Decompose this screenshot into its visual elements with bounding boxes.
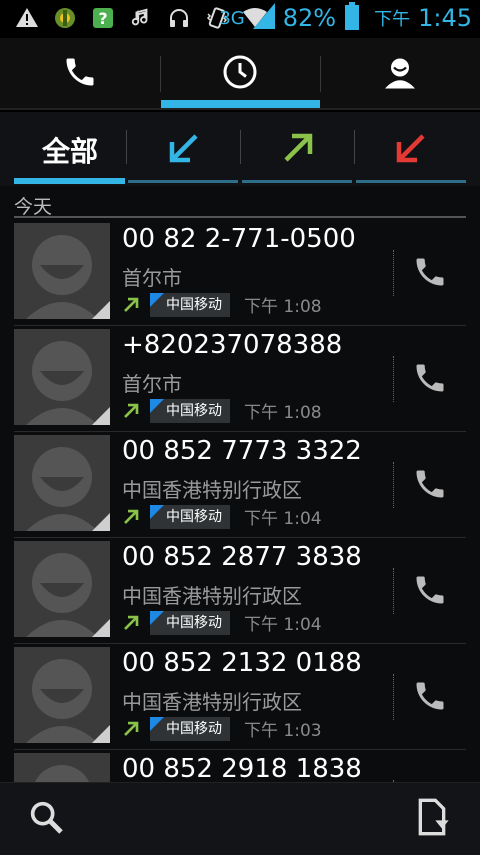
- outgoing-call-icon: [122, 508, 140, 526]
- call-time: 下午 1:08: [244, 297, 322, 317]
- export-icon: [412, 797, 452, 841]
- carrier-badge: 中国移动: [150, 292, 230, 317]
- network-type: 3G: [219, 7, 245, 29]
- phone-number: 00 852 7773 3322: [122, 436, 362, 466]
- call-meta: 中国移动 下午 1:04: [122, 504, 322, 529]
- phone-number: 00 852 2918 1838: [122, 754, 362, 782]
- filter-outgoing[interactable]: [242, 122, 354, 178]
- battery-percent: 82%: [282, 4, 337, 32]
- bottom-action-bar: [0, 782, 480, 855]
- ampm: 下午: [374, 9, 411, 30]
- filter-active-indicator: [14, 178, 125, 184]
- call-location: 中国香港特别行政区: [122, 584, 302, 608]
- phone-icon: [62, 54, 98, 94]
- outgoing-call-icon: [122, 614, 140, 632]
- carrier-badge: 中国移动: [150, 610, 230, 635]
- export-button[interactable]: [406, 793, 458, 845]
- phone-icon: [412, 466, 448, 506]
- phone-number: 00 852 2877 3838: [122, 542, 362, 572]
- call-time: 下午 1:04: [244, 509, 322, 529]
- avatar[interactable]: [14, 753, 110, 782]
- tab-contacts[interactable]: [320, 38, 480, 110]
- status-bar: ? 3G 82% 下午 1:45: [0, 0, 480, 38]
- incoming-arrow-icon: [166, 130, 202, 170]
- call-log-list[interactable]: 今天 00 82 2-771-0500 首尔市 中国移动 下午 1:08 +82…: [0, 186, 480, 782]
- signal-icon: [252, 3, 275, 33]
- call-back-button[interactable]: [408, 570, 452, 614]
- filter-all[interactable]: 全部: [14, 122, 126, 178]
- call-meta: 中国移动 下午 1:04: [122, 610, 322, 635]
- call-back-button[interactable]: [408, 676, 452, 720]
- call-location: 首尔市: [122, 266, 182, 290]
- avatar[interactable]: [14, 541, 110, 637]
- call-time: 下午 1:03: [244, 721, 322, 741]
- call-location: 中国香港特别行政区: [122, 478, 302, 502]
- tab-bar: [0, 38, 480, 110]
- call-time: 下午 1:08: [244, 403, 322, 423]
- clock: 1:45: [418, 4, 472, 32]
- call-back-button[interactable]: [408, 464, 452, 508]
- avatar[interactable]: [14, 435, 110, 531]
- avatar[interactable]: [14, 647, 110, 743]
- missed-arrow-icon: [393, 130, 429, 170]
- avatar[interactable]: [14, 223, 110, 319]
- warning-icon: [14, 5, 40, 31]
- music-icon: [128, 5, 154, 31]
- person-icon: [382, 54, 418, 94]
- phone-number: 00 852 2132 0188: [122, 648, 362, 678]
- call-time: 下午 1:04: [244, 615, 322, 635]
- carrier-badge: 中国移动: [150, 398, 230, 423]
- headset-icon: [166, 5, 192, 31]
- call-location: 中国香港特别行政区: [122, 690, 302, 714]
- svg-text:?: ?: [98, 9, 107, 28]
- outgoing-call-icon: [122, 720, 140, 738]
- clock-icon: [222, 54, 258, 94]
- outgoing-call-icon: [122, 296, 140, 314]
- search-button[interactable]: [20, 793, 72, 845]
- phone-number: 00 82 2-771-0500: [122, 224, 356, 254]
- call-log-item[interactable]: 00 852 2877 3838 中国香港特别行政区 中国移动 下午 1:04: [0, 538, 480, 644]
- default-contact-icon: [14, 753, 110, 782]
- carrier-badge: 中国移动: [150, 504, 230, 529]
- app-icon: [52, 5, 78, 31]
- outgoing-arrow-icon: [280, 130, 316, 170]
- call-log-item[interactable]: 00 852 2132 0188 中国香港特别行政区 中国移动 下午 1:03: [0, 644, 480, 750]
- call-meta: 中国移动 下午 1:03: [122, 716, 322, 741]
- phone-icon: [412, 678, 448, 718]
- call-log-item[interactable]: 00 852 7773 3322 中国香港特别行政区 中国移动 下午 1:04: [0, 432, 480, 538]
- carrier-badge: 中国移动: [150, 716, 230, 741]
- call-log-item[interactable]: +820237078388 首尔市 中国移动 下午 1:08: [0, 326, 480, 432]
- help-icon: ?: [90, 5, 116, 31]
- section-header: 今天: [14, 196, 53, 218]
- call-back-button[interactable]: [408, 358, 452, 402]
- phone-icon: [412, 254, 448, 294]
- call-meta: 中国移动 下午 1:08: [122, 398, 322, 423]
- filter-incoming[interactable]: [128, 122, 240, 178]
- call-location: 首尔市: [122, 372, 182, 396]
- call-meta: 中国移动 下午 1:08: [122, 292, 322, 317]
- tab-dialer[interactable]: [0, 38, 160, 110]
- filter-missed[interactable]: [356, 122, 466, 178]
- call-log-item[interactable]: 00 852 2918 1838: [0, 750, 480, 782]
- call-log-item[interactable]: 00 82 2-771-0500 首尔市 中国移动 下午 1:08: [0, 220, 480, 326]
- filter-all-label: 全部: [41, 135, 98, 168]
- call-back-button[interactable]: [408, 252, 452, 296]
- phone-number: +820237078388: [122, 330, 343, 360]
- phone-icon: [412, 360, 448, 400]
- search-icon: [26, 797, 66, 841]
- outgoing-call-icon: [122, 402, 140, 420]
- avatar[interactable]: [14, 329, 110, 425]
- phone-icon: [412, 572, 448, 612]
- battery-icon: [344, 2, 360, 34]
